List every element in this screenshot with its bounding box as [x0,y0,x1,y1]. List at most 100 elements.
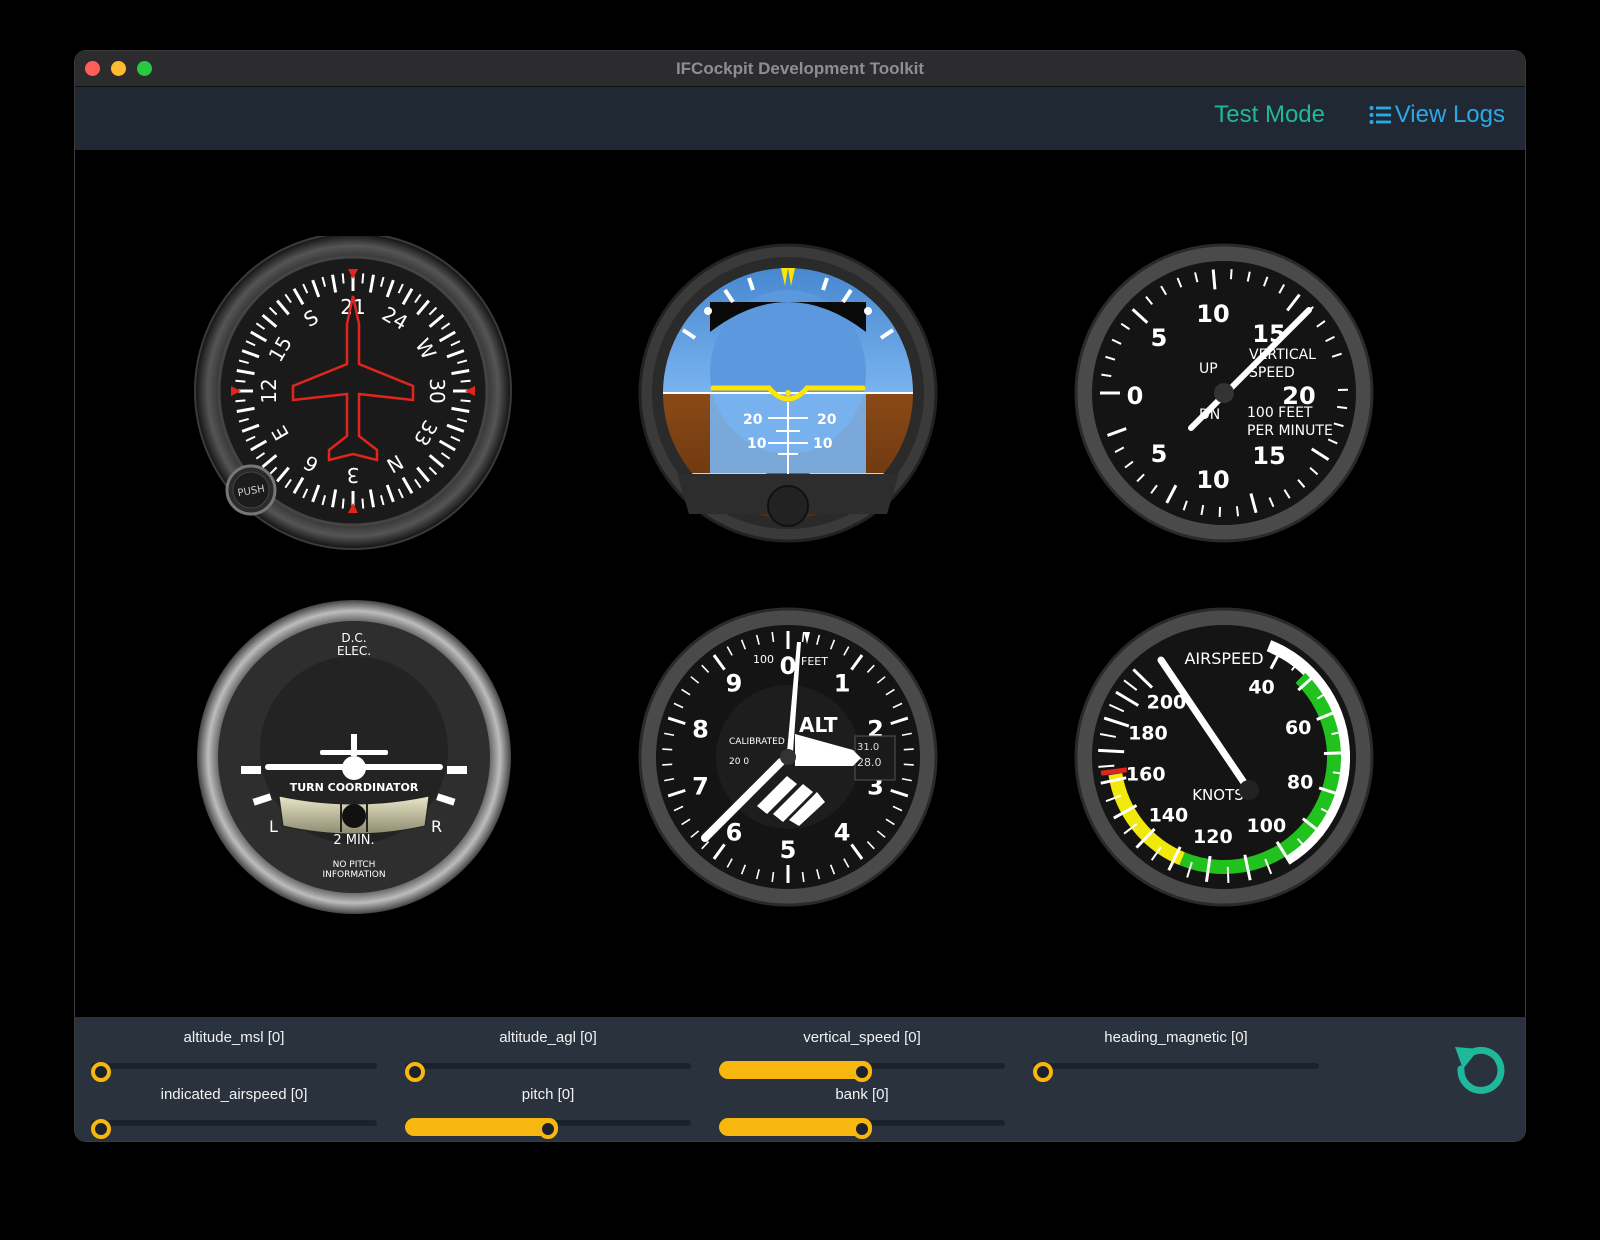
vsi-number: 10 [1196,466,1229,494]
compass-label: 30 [425,378,449,403]
turn-coordinator: D.C. ELEC. TURN COORDINATOR L R 2 MIN. N… [197,600,511,914]
slider-track[interactable] [91,1120,377,1126]
slider-thumb[interactable] [538,1119,558,1139]
svg-text:ALT: ALT [799,713,838,737]
slider-thumb[interactable] [91,1062,111,1082]
altimeter-tick [662,748,673,751]
slider-altitude-msl[interactable]: altitude_msl [0] [91,1029,377,1082]
altimeter-number: 6 [726,818,743,846]
vsi-tick [1235,506,1240,517]
airspeed-number: 40 [1248,676,1274,698]
altimeter-number: 8 [692,716,709,744]
svg-text:INFORMATION: INFORMATION [322,870,385,880]
slider-thumb[interactable] [852,1062,872,1082]
svg-text:TURN COORDINATOR: TURN COORDINATOR [290,781,419,794]
slider-label: altitude_msl [0] [183,1029,285,1046]
slider-label: vertical_speed [0] [803,1029,921,1046]
altimeter-tick [903,748,914,751]
svg-text:L: L [269,817,278,836]
view-logs-link[interactable]: View Logs [1369,101,1505,129]
svg-text:20: 20 [817,412,837,428]
slider-pitch[interactable]: pitch [0] [405,1086,691,1139]
slider-label: indicated_airspeed [0] [160,1086,308,1103]
compass-tick [361,498,365,509]
slider-label: heading_magnetic [0] [1104,1029,1248,1046]
airspeed-number: 160 [1126,764,1166,786]
airspeed-number: 120 [1193,826,1233,848]
reset-icon[interactable] [1449,1039,1513,1103]
altimeter: 0123456789 100 FEET ALT CALIBRATED 20 0 … [638,607,938,907]
attitude-indicator: 20 20 10 10 [638,243,938,543]
altimeter-number: 0 [780,652,797,680]
vsi-number: 10 [1196,300,1229,328]
airspeed-number: 180 [1128,722,1168,744]
vsi-tick [1211,269,1217,290]
compass-tick [235,399,246,403]
test-mode-link[interactable]: Test Mode [1214,101,1325,129]
control-bar: altitude_msl [0] altitude_agl [0] vertic… [75,1017,1525,1141]
slider-fill [405,1118,558,1136]
airspeed-indicator: 406080100120140160180200 AIRSPEED KNOTS [1074,607,1374,907]
slider-fill [719,1118,872,1136]
vertical-speed-indicator: UP DN VERTICAL SPEED 100 FEET PER MINUTE… [1074,243,1374,543]
slider-bank[interactable]: bank [0] [719,1086,1005,1139]
altimeter-number: 7 [692,772,709,800]
inclinometer-ball [342,804,366,828]
airspeed-number: 60 [1285,717,1311,739]
svg-text:FEET: FEET [801,655,828,668]
altimeter-number: 9 [726,670,743,698]
compass-tick [460,399,471,403]
slider-thumb[interactable] [1033,1062,1053,1082]
vsi-tick [1337,405,1348,410]
list-icon [1369,106,1391,124]
slider-fill [719,1061,872,1079]
airspeed-tick [1098,748,1125,754]
airspeed-tick [1323,751,1350,756]
view-logs-label: View Logs [1394,101,1505,128]
svg-text:20 0: 20 0 [729,757,749,767]
svg-text:R: R [431,817,442,836]
svg-text:2 MIN.: 2 MIN. [333,833,374,848]
svg-text:ELEC.: ELEC. [337,644,371,658]
vsi-number: 0 [1127,382,1144,410]
compass-label: 3 [347,463,360,487]
navbar: Test Mode View Logs [75,87,1525,150]
compass-tick [341,273,345,284]
altimeter-number: 4 [834,818,851,846]
vsi-tick [1229,269,1233,280]
vsi-number: 15 [1252,442,1285,470]
svg-text:31.0: 31.0 [857,742,879,753]
app-window: IFCockpit Development Toolkit Test Mode … [74,50,1526,1142]
attitude-knob[interactable] [767,485,809,527]
slider-altitude-agl[interactable]: altitude_agl [0] [405,1029,691,1082]
push-knob[interactable]: PUSH [225,464,277,516]
svg-text:10: 10 [813,436,833,452]
vsi-number: 20 [1282,382,1315,410]
svg-text:SPEED: SPEED [1249,365,1295,381]
airspeed-number: 100 [1247,815,1287,837]
slider-track[interactable] [1033,1063,1319,1069]
altimeter-number: 1 [834,670,851,698]
slider-thumb[interactable] [852,1119,872,1139]
compass-label: 12 [257,378,281,403]
instrument-panel: N 3 6 E 12 15 S 21 24 W 30 33 PUSH 20 20… [75,150,1525,1017]
compass-tick [361,273,365,284]
slider-label: altitude_agl [0] [499,1029,597,1046]
slider-track[interactable] [405,1063,691,1069]
airspeed-tick [1226,866,1230,883]
slider-track[interactable] [91,1063,377,1069]
slider-heading-magnetic[interactable]: heading_magnetic [0] [1033,1029,1319,1082]
altimeter-number: 5 [780,836,797,864]
altimeter-tick [903,763,914,766]
slider-indicated-airspeed[interactable]: indicated_airspeed [0] [91,1086,377,1139]
svg-text:PER MINUTE: PER MINUTE [1247,423,1333,439]
heading-indicator: N36E1215S 21 24W3033 PUSH [194,236,512,550]
airspeed-tick [1098,764,1115,768]
compass-tick [235,379,246,383]
slider-vertical-speed[interactable]: vertical_speed [0] [719,1029,1005,1082]
slider-thumb[interactable] [91,1119,111,1139]
vsi-number: 5 [1151,324,1168,352]
svg-text:100: 100 [753,653,774,666]
slider-thumb[interactable] [405,1062,425,1082]
svg-text:NO PITCH: NO PITCH [333,860,376,870]
